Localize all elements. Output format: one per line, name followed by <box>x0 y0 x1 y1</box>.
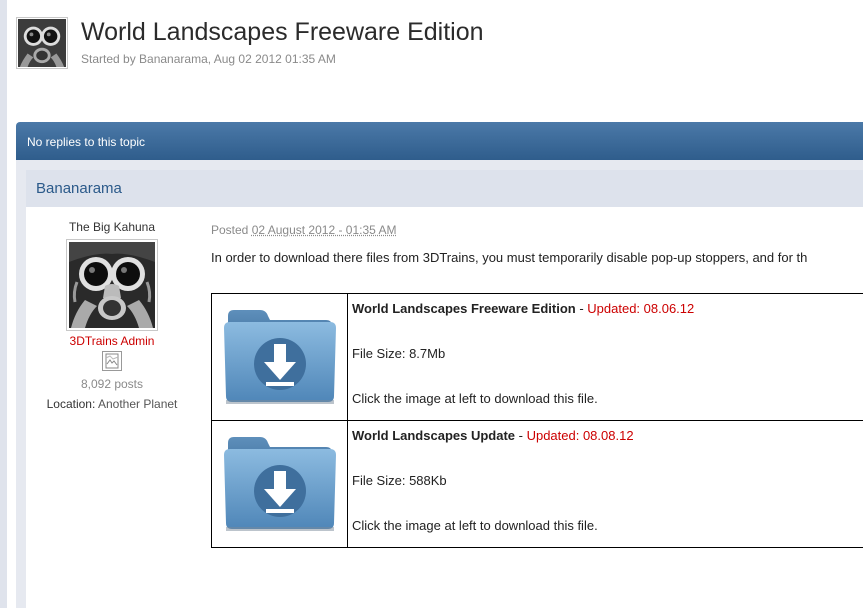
topic-header: World Landscapes Freeware Edition Starte… <box>16 17 856 73</box>
author-name-link[interactable]: Bananarama <box>36 180 122 197</box>
location: Location: Another Planet <box>34 397 190 411</box>
posted-prefix: Posted <box>211 223 249 237</box>
member-group: 3DTrains Admin <box>69 334 155 348</box>
download-file-size: File Size: 588Kb <box>352 473 447 488</box>
replies-bar: No replies to this topic <box>16 122 863 160</box>
replies-label: No replies to this topic <box>27 135 146 149</box>
download-title-line: World Landscapes Update - Updated: 08.08… <box>352 428 634 443</box>
download-folder-icon <box>224 310 336 404</box>
page-title: World Landscapes Freeware Edition <box>81 18 484 46</box>
location-label: Location: <box>46 397 96 411</box>
topic-meta: Started by Bananarama, Aug 02 2012 01:35… <box>81 52 336 66</box>
download-separator: - <box>515 428 527 443</box>
gas-mask-avatar-icon <box>69 242 155 328</box>
post-intro-text: In order to download there files from 3D… <box>211 250 808 265</box>
download-row: World Landscapes Update - Updated: 08.08… <box>212 421 863 547</box>
broken-image-icon <box>102 351 122 371</box>
left-rail <box>0 0 7 608</box>
post-date: Posted 02 August 2012 - 01:35 AM <box>211 223 396 237</box>
download-title-line: World Landscapes Freeware Edition - Upda… <box>352 301 694 316</box>
download-name: World Landscapes Update <box>352 428 516 443</box>
download-link[interactable] <box>212 294 348 420</box>
download-hint: Click the image at left to download this… <box>352 518 598 533</box>
author-avatar[interactable] <box>66 239 158 331</box>
download-separator: - <box>575 301 588 316</box>
download-info: World Landscapes Update - Updated: 08.08… <box>352 421 862 547</box>
member-title: The Big Kahuna <box>68 220 156 234</box>
post-count: 8,092 posts <box>80 377 144 391</box>
download-hint: Click the image at left to download this… <box>352 391 598 406</box>
starter-avatar[interactable] <box>16 17 68 69</box>
download-folder-icon <box>224 437 336 531</box>
download-file-size: File Size: 8.7Mb <box>352 346 446 361</box>
author-info: The Big Kahuna 3DTrains Admin 8,092 post… <box>34 220 190 411</box>
location-value: Another Planet <box>97 397 178 411</box>
download-updated: Updated: 08.08.12 <box>526 428 634 443</box>
download-row: World Landscapes Freeware Edition - Upda… <box>212 294 863 421</box>
post-date-link[interactable]: 02 August 2012 - 01:35 AM <box>252 223 397 237</box>
download-updated: Updated: 08.06.12 <box>587 301 695 316</box>
post-card: Bananarama The Big Kahuna 3DTrains Admin… <box>26 170 863 608</box>
gas-mask-avatar-icon <box>18 19 66 67</box>
download-info: World Landscapes Freeware Edition - Upda… <box>352 294 862 420</box>
download-name: World Landscapes Freeware Edition <box>352 301 576 316</box>
download-link[interactable] <box>212 421 348 547</box>
downloads-table: World Landscapes Freeware Edition - Upda… <box>211 293 863 548</box>
author-bar: Bananarama <box>26 170 863 207</box>
